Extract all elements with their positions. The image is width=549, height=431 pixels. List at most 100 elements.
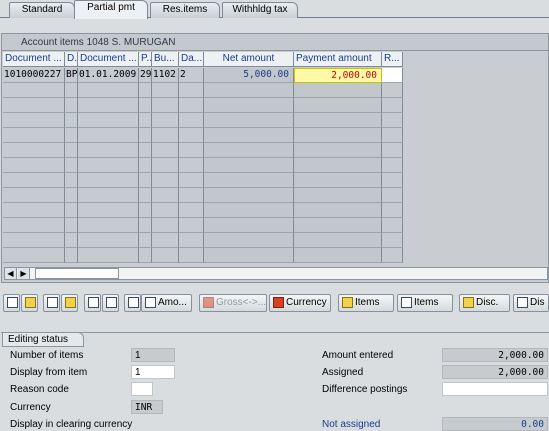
cell-payment-amount[interactable] (294, 158, 382, 173)
binoculars-icon (145, 297, 156, 308)
cell-days (179, 248, 204, 263)
table-title-bar: Account items 1048 S. MURUGAN (2, 34, 548, 51)
find-button[interactable] (124, 294, 141, 312)
sort-button[interactable] (84, 294, 101, 312)
cell-document-type (65, 248, 78, 263)
amount-entered-label: Amount entered (322, 350, 394, 361)
cell-document-date (78, 128, 139, 143)
cell-document-date (78, 188, 139, 203)
deactivate-items-button[interactable]: Items (397, 294, 453, 312)
activate-discount-button[interactable]: Disc. (459, 294, 510, 312)
number-of-items-field: 1 (131, 348, 175, 362)
deactivate-discount-label: Dis (530, 297, 545, 308)
col-header-reason[interactable]: R... (382, 52, 403, 67)
cell-document-type (65, 218, 78, 233)
cell-reason[interactable] (382, 203, 403, 218)
cell-payment-amount[interactable] (294, 218, 382, 233)
col-header-document-type[interactable]: D... (65, 52, 78, 67)
cell-reason[interactable] (382, 83, 403, 98)
difference-postings-label: Difference postings (322, 384, 408, 395)
cell-payment-amount[interactable] (294, 233, 382, 248)
cell-business-area (152, 128, 179, 143)
deselect-block-button[interactable] (61, 294, 78, 312)
tab-withhldg-tax[interactable]: Withhldg tax (222, 2, 298, 18)
col-header-document-number[interactable]: Document ... (3, 52, 65, 67)
cell-reason[interactable] (382, 218, 403, 233)
cell-payment-amount[interactable] (294, 188, 382, 203)
col-header-payment-amount[interactable]: Payment amount (294, 52, 382, 67)
select-block-button[interactable] (21, 294, 38, 312)
deactivate-discount-button[interactable]: Dis (513, 294, 549, 312)
cell-reason[interactable] (382, 233, 403, 248)
cell-reason[interactable] (382, 188, 403, 203)
display-from-item-input[interactable]: 1 (131, 365, 175, 379)
display-clearing-currency-label: Display in clearing currency (10, 419, 133, 430)
number-of-items-label: Number of items (10, 350, 84, 361)
cell-payment-amount[interactable] (294, 83, 382, 98)
cell-payment-amount[interactable] (294, 248, 382, 263)
cell-document-date (78, 233, 139, 248)
activate-items-button[interactable]: Items (338, 294, 394, 312)
cell-document-type (65, 158, 78, 173)
cell-reason[interactable] (382, 158, 403, 173)
tab-standard[interactable]: Standard (9, 2, 75, 18)
cell-net-amount (204, 128, 294, 143)
cell-document-date (78, 203, 139, 218)
cell-days (179, 128, 204, 143)
currency-button[interactable]: Currency (269, 294, 331, 312)
scroll-thumb[interactable] (35, 268, 119, 279)
cell-payment-amount[interactable] (294, 203, 382, 218)
currency-icon (273, 297, 284, 308)
cell-net-amount (204, 113, 294, 128)
cell-reason[interactable] (382, 113, 403, 128)
cell-business-area (152, 113, 179, 128)
cell-document-type (65, 203, 78, 218)
tab-res-items[interactable]: Res.items (150, 2, 220, 18)
cell-posting-key (139, 248, 152, 263)
col-header-net-amount[interactable]: Net amount (204, 52, 294, 67)
cell-posting-key (139, 218, 152, 233)
cell-reason[interactable] (382, 98, 403, 113)
cell-net-amount (204, 188, 294, 203)
cell-business-area (152, 143, 179, 158)
scroll-right-button[interactable]: ▶ (18, 268, 30, 279)
find-amount-button[interactable]: Amo... (141, 294, 192, 312)
cell-payment-amount[interactable]: 2,000.00 (294, 68, 382, 83)
cell-reason[interactable] (382, 68, 403, 83)
cell-payment-amount[interactable] (294, 173, 382, 188)
cell-document-number (3, 188, 65, 203)
cell-net-amount (204, 83, 294, 98)
col-header-posting-key[interactable]: P... (139, 52, 152, 67)
cell-reason[interactable] (382, 143, 403, 158)
cell-document-type (65, 188, 78, 203)
select-all-button[interactable] (3, 294, 20, 312)
col-header-document-date[interactable]: Document ... (78, 52, 139, 67)
cell-reason[interactable] (382, 248, 403, 263)
cell-reason[interactable] (382, 128, 403, 143)
cell-document-date (78, 83, 139, 98)
cell-posting-key (139, 188, 152, 203)
filter-button[interactable] (102, 294, 119, 312)
cell-payment-amount[interactable] (294, 113, 382, 128)
cell-reason[interactable] (382, 173, 403, 188)
reason-code-input[interactable] (131, 382, 153, 396)
cell-document-number (3, 98, 65, 113)
cell-payment-amount[interactable] (294, 128, 382, 143)
cell-payment-amount[interactable] (294, 98, 382, 113)
gross-net-button[interactable]: Gross<->... (199, 294, 267, 312)
tab-partial-pmt[interactable]: Partial pmt (74, 0, 148, 19)
col-header-business-area[interactable]: Bu... (152, 52, 179, 67)
cell-payment-amount[interactable] (294, 143, 382, 158)
deactivate-discount-icon (517, 297, 528, 308)
gross-net-label: Gross<->... (216, 297, 267, 308)
horizontal-scrollbar[interactable]: ◀ ▶ (4, 267, 548, 280)
cell-document-type (65, 173, 78, 188)
deselect-all-button[interactable] (43, 294, 60, 312)
cell-document-date (78, 98, 139, 113)
difference-postings-field[interactable] (442, 382, 548, 396)
cell-net-amount (204, 173, 294, 188)
cell-posting-key (139, 203, 152, 218)
gross-net-icon (203, 297, 214, 308)
scroll-left-button[interactable]: ◀ (5, 268, 17, 279)
col-header-days[interactable]: Da... (179, 52, 204, 67)
